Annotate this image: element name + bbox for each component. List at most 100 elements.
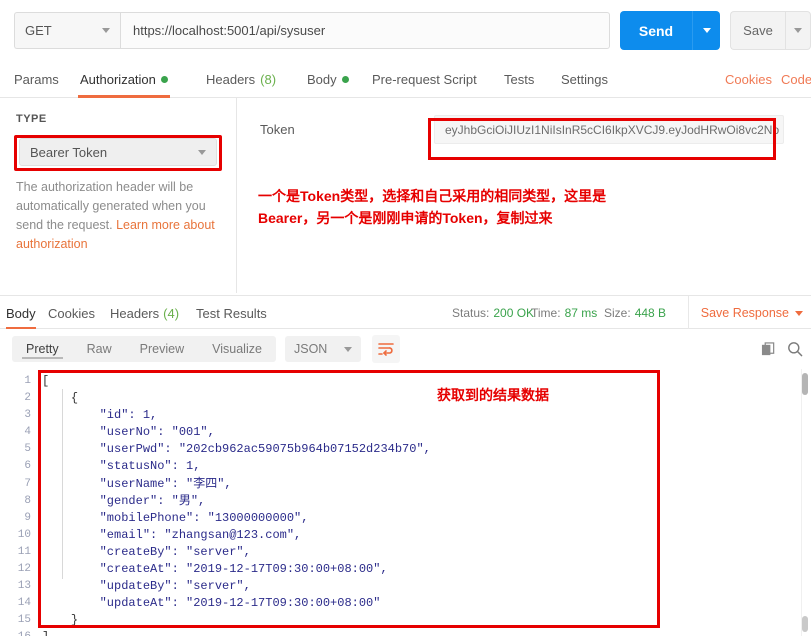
status-value: 200 OK [493,306,535,320]
tab-label: Settings [561,71,608,87]
line-number: 9 [24,511,31,524]
search-button[interactable] [784,338,806,360]
tab-settings[interactable]: Settings [559,60,610,98]
code-line: [ [42,374,50,388]
save-response-button[interactable]: Save Response [687,296,803,330]
code-line: "updateBy": "server", [42,579,251,594]
code-content: [ { "id": 1, "userNo": "001", "userPwd":… [42,373,802,636]
chevron-down-icon [702,28,711,33]
send-button[interactable]: Send [620,11,692,50]
line-number: 14 [17,597,31,610]
tab-body[interactable]: Body [305,60,351,98]
view-mode-visualize[interactable]: Visualize [198,336,276,362]
code-line: "userName": "李四", [42,476,232,491]
chevron-down-icon [102,28,110,33]
line-number: 1 [24,375,31,387]
token-input[interactable]: eyJhbGciOiJIUzI1NiIsInR5cCI6IkpXVCJ9.eyJ… [434,115,784,144]
tab-tests[interactable]: Tests [502,60,536,98]
code-line: "createBy": "server", [42,544,251,559]
line-number: 7 [24,477,31,490]
http-method-select[interactable]: GET [14,12,120,49]
cookies-link[interactable]: Cookies [725,72,772,87]
line-number: 16 [0,629,34,636]
tab-label: Params [14,71,59,87]
auth-type-value: Bearer Token [30,144,108,160]
view-mode-preview[interactable]: Preview [126,336,198,362]
line-number: 4 [24,426,31,439]
response-scrollbar[interactable] [801,369,809,636]
modified-dot-icon [341,75,349,83]
type-label: TYPE [16,113,47,125]
request-url-input[interactable]: https://localhost:5001/api/sysuser [120,12,610,49]
line-number: 8 [24,494,31,507]
view-mode-pretty[interactable]: Pretty [12,336,73,362]
code-line: } [70,613,79,628]
search-icon [788,342,803,357]
tab-authorization[interactable]: Authorization [78,60,170,98]
view-mode-group: Pretty Raw Preview Visualize [12,336,276,362]
response-tab-body[interactable]: Body [6,296,36,330]
line-number: 10 [17,528,31,541]
response-body-code[interactable]: 12345678910111213141516 [ { "id": 1, "us… [0,369,811,636]
save-button[interactable]: Save [730,11,785,50]
authorization-type-panel: TYPE Bearer Token The authorization head… [0,98,237,293]
request-url-value: https://localhost:5001/api/sysuser [133,23,326,38]
chevron-down-icon [795,310,803,316]
tab-label: Body [307,71,337,87]
annotation-auth-note: 一个是Token类型，选择和自己采用的相同类型，这里是 Bearer，另一个是刚… [258,185,728,229]
line-number: 12 [17,563,31,576]
tab-pre-request-script[interactable]: Pre-request Script [370,60,479,98]
line-number: 3 [24,409,31,422]
auth-type-select[interactable]: Bearer Token [19,138,217,166]
tab-params[interactable]: Params [12,60,61,98]
response-tab-cookies[interactable]: Cookies [48,296,95,330]
scrollbar-track[interactable] [801,369,809,636]
wrap-lines-button[interactable] [372,335,400,363]
scrollbar-thumb-secondary[interactable] [802,616,808,632]
modified-dot-icon [160,75,168,83]
copy-button[interactable] [757,338,779,360]
line-number: 15 [17,614,31,627]
save-options-button[interactable] [785,11,811,50]
line-number: 11 [17,545,31,558]
request-tab-links: Cookies Code [725,60,811,98]
tab-label: Pre-request Script [372,71,477,87]
tab-label: Headers [110,305,160,321]
code-line: "userPwd": "202cb962ac59075b964b07152d23… [42,442,431,457]
response-format-select[interactable]: JSON [285,336,361,362]
line-number: 6 [24,460,31,473]
tab-label: Headers [206,71,256,87]
chevron-down-icon [198,149,206,155]
tab-headers[interactable]: Headers (8) [204,60,278,98]
postman-window: GET https://localhost:5001/api/sysuser S… [0,0,811,636]
code-link[interactable]: Code [781,72,811,87]
chevron-down-icon [794,28,802,33]
tab-label: Test Results [196,305,267,321]
view-mode-raw[interactable]: Raw [73,336,126,362]
annotation-auth-note-line2: Bearer，另一个是刚刚申请的Token，复制过来 [258,210,553,226]
save-response-label: Save Response [700,306,789,320]
copy-icon [761,341,774,355]
code-line: "gender": "男", [42,493,206,508]
code-line: "mobilePhone": "13000000000", [42,510,309,525]
response-tab-headers[interactable]: Headers (4) [110,296,179,330]
http-method-value: GET [25,23,52,38]
response-view-toolbar: Pretty Raw Preview Visualize JSON [0,329,811,369]
send-options-button[interactable] [692,11,720,50]
tab-label: Tests [504,71,535,87]
authorization-description: The authorization header will be automat… [16,178,221,254]
status-label: Status: [452,306,490,320]
token-value: eyJhbGciOiJIUzI1NiIsInR5cCI6IkpXVCJ9.eyJ… [445,122,784,137]
tab-label: Body [6,305,36,321]
tab-label: Authorization [80,71,156,87]
line-number-gutter: 12345678910111213141516 [0,369,34,636]
scrollbar-thumb[interactable] [802,373,808,395]
tab-badge: (8) [260,71,277,87]
code-line: ] [42,629,802,636]
wrap-lines-icon [378,343,394,356]
token-label: Token [260,122,295,137]
line-number: 5 [24,443,31,456]
response-tab-test-results[interactable]: Test Results [196,296,267,330]
code-line: "email": "zhangsan@123.com", [42,527,302,542]
request-url-bar: GET https://localhost:5001/api/sysuser S… [0,0,811,60]
